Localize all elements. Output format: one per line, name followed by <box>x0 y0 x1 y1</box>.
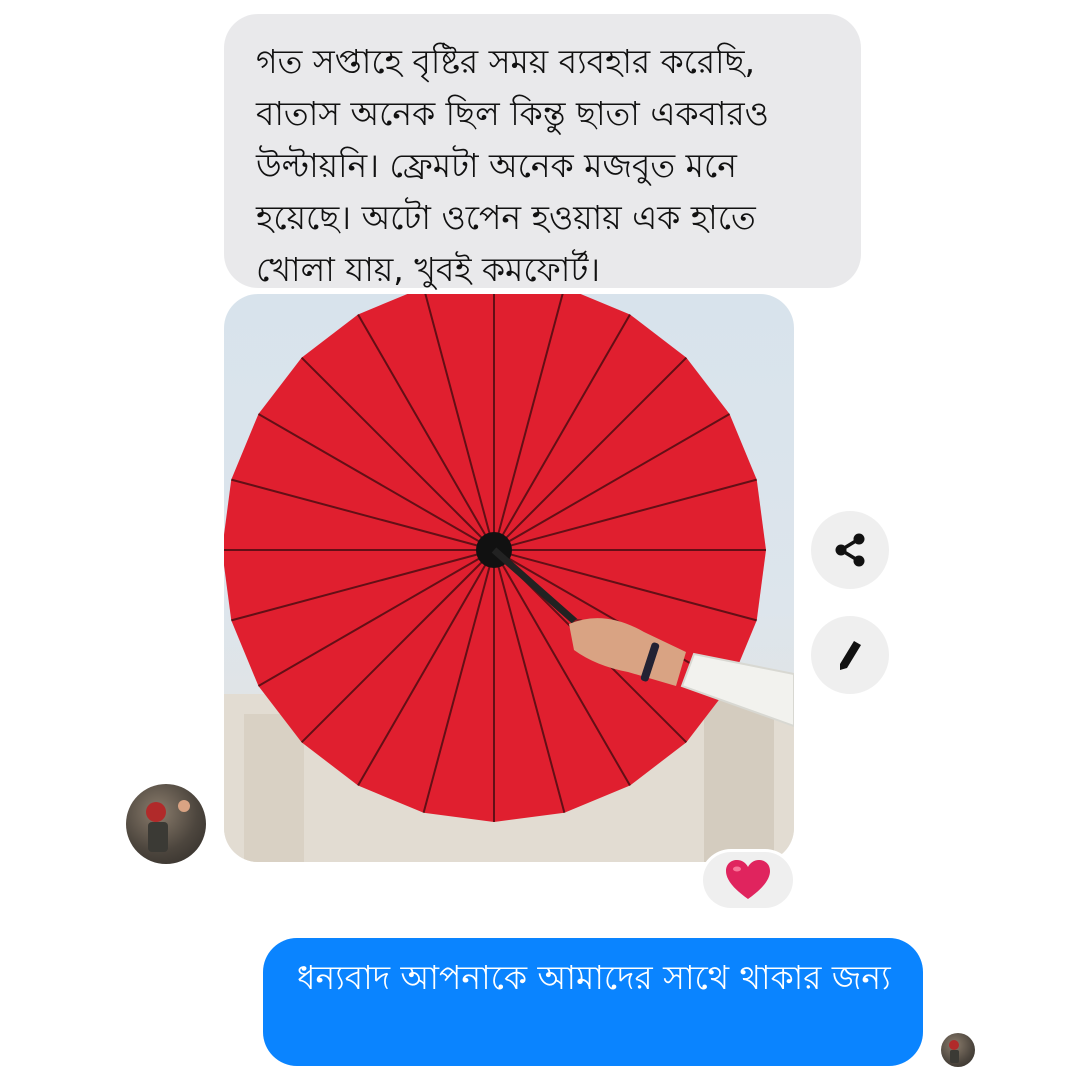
edit-button[interactable] <box>811 616 889 694</box>
share-button[interactable] <box>811 511 889 589</box>
avatar-image <box>146 800 190 852</box>
pencil-icon <box>840 641 861 670</box>
outgoing-message-bubble[interactable]: ধন্যবাদ আপনাকে আমাদের সাথে থাকার জন্য <box>263 938 923 1066</box>
shared-photo[interactable] <box>224 294 794 862</box>
heart-icon <box>726 860 770 899</box>
message-reaction[interactable] <box>703 852 793 908</box>
photo-background-building <box>244 714 304 862</box>
sender-avatar[interactable] <box>126 784 206 864</box>
read-receipt-avatar <box>941 1033 975 1067</box>
incoming-message-text: গত সপ্তাহে বৃষ্টির সময় ব্যবহার করেছি, ব… <box>256 42 769 289</box>
umbrella-canopy <box>224 294 766 822</box>
outgoing-message-text: ধন্যবাদ আপনাকে আমাদের সাথে থাকার জন্য <box>297 958 891 997</box>
umbrella-photo <box>224 294 794 862</box>
avatar-image <box>949 1040 959 1063</box>
share-icon <box>835 533 865 567</box>
incoming-message-bubble[interactable]: গত সপ্তাহে বৃষ্টির সময় ব্যবহার করেছি, ব… <box>224 14 861 289</box>
